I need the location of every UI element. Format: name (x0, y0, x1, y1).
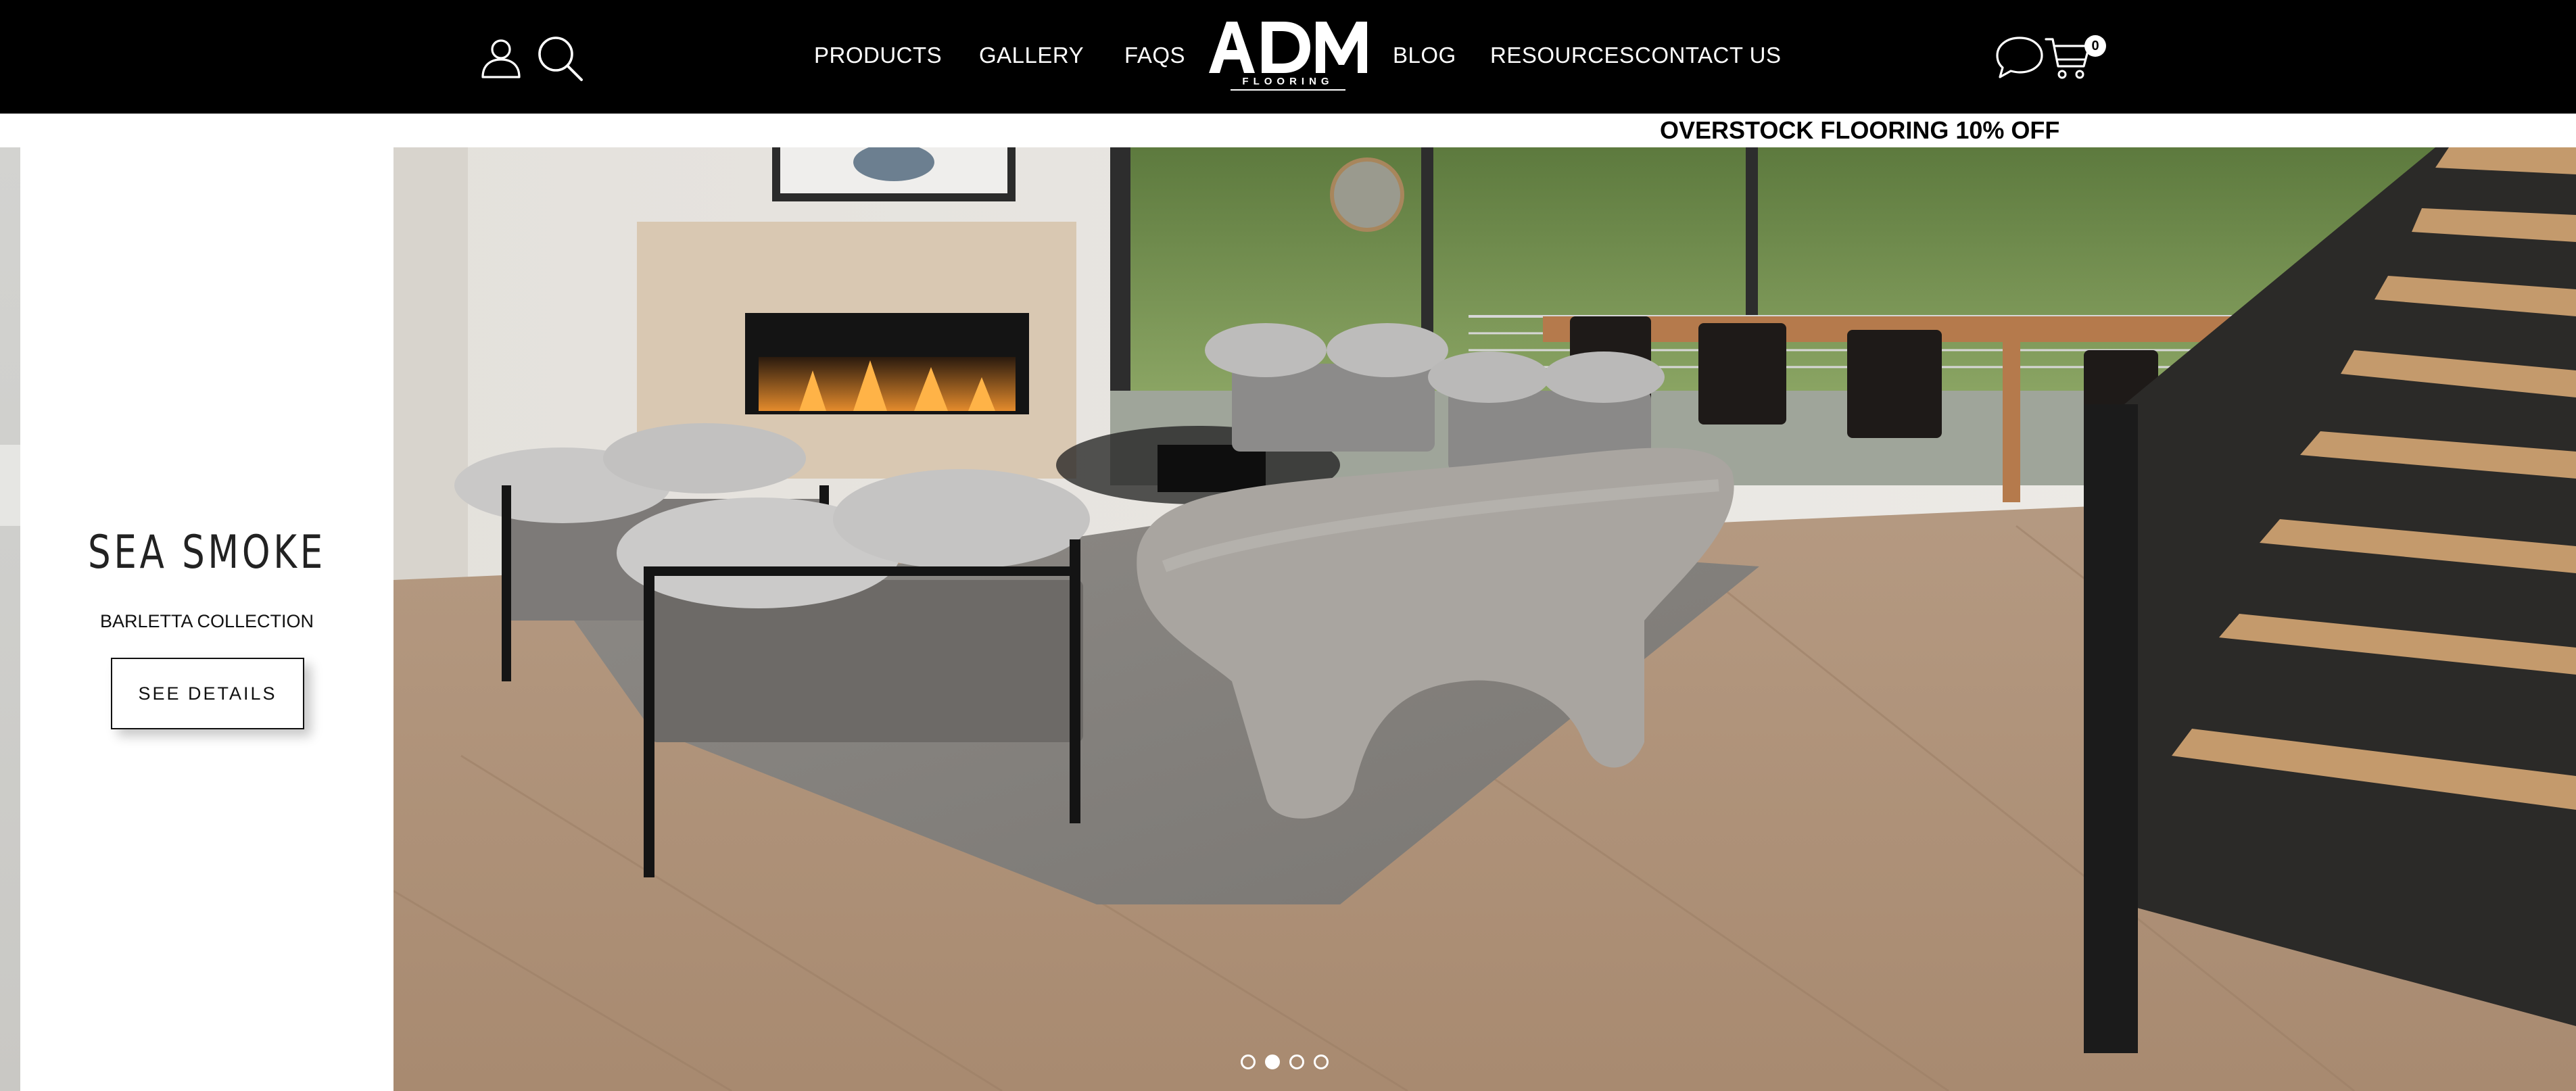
nav-faqs[interactable]: FAQS (1124, 39, 1185, 72)
announcement-text[interactable]: OVERSTOCK FLOORING 10% OFF (1660, 114, 2059, 147)
logo-underline (1231, 89, 1345, 91)
previous-slide-peek[interactable] (0, 147, 20, 1091)
previous-slide-edge (0, 445, 20, 526)
slider-dot-1[interactable] (1241, 1054, 1256, 1069)
announcement-bar: OVERSTOCK FLOORING 10% OFF (0, 114, 2576, 147)
nav-contact-us[interactable]: CONTACT US (1635, 39, 1781, 72)
slider-dot-2[interactable] (1265, 1054, 1280, 1069)
nav-gallery[interactable]: GALLERY (979, 39, 1084, 72)
see-details-button[interactable]: SEE DETAILS (111, 658, 304, 729)
site-header: PRODUCTS GALLERY FAQS BLOG RESOURCES CON… (0, 0, 2576, 114)
living-room-photo (393, 147, 2576, 1091)
nav-resources[interactable]: RESOURCES (1490, 39, 1635, 72)
nav-products[interactable]: PRODUCTS (814, 39, 942, 72)
slider-dot-3[interactable] (1289, 1054, 1304, 1069)
nav-blog[interactable]: BLOG (1393, 39, 1456, 72)
cart-count-badge: 0 (2084, 35, 2106, 57)
slide-collection: BARLETTA COLLECTION (99, 611, 314, 631)
slide-title: SEA SMOKE (88, 526, 326, 579)
user-icon[interactable] (479, 35, 523, 80)
slide-info-panel: SEA SMOKE BARLETTA COLLECTION SEE DETAIL… (20, 147, 393, 1091)
search-icon[interactable] (535, 34, 584, 82)
site-logo[interactable]: FLOORING (1203, 16, 1373, 95)
chat-icon[interactable] (1995, 35, 2045, 80)
logo-subtext: FLOORING (1242, 76, 1334, 87)
slider-dot-4[interactable] (1314, 1054, 1329, 1069)
hero-slider: SEA SMOKE BARLETTA COLLECTION SEE DETAIL… (0, 147, 2576, 1091)
logo-mark (1209, 22, 1367, 73)
